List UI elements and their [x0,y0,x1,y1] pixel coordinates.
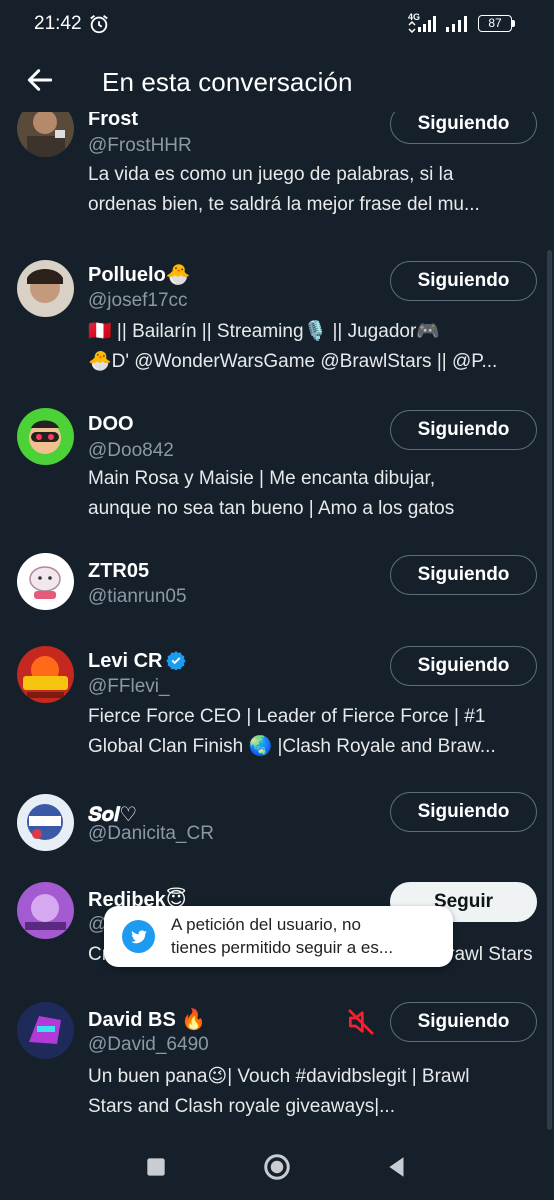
following-button[interactable]: Siguiendo [390,112,537,144]
bio-line: Fierce Force CEO | Leader of Fierce Forc… [88,706,486,727]
user-bio: Main Rosa y Maisie | Me encanta dibujar,… [88,464,533,524]
battery-tip [512,20,515,27]
user-bio: Fierce Force CEO | Leader of Fierce Forc… [88,702,533,762]
muted-icon [348,1009,374,1035]
bio-line: 🐣D' @WonderWarsGame @BrawlStars || @P... [88,351,498,372]
bio-line: Global Clan Finish 🌏 |Clash Royale and B… [88,736,496,757]
back-triangle-icon[interactable] [384,1154,410,1180]
avatar[interactable] [17,112,74,157]
user-list[interactable]: Frost @FrostHHR Siguiendo La vida es com… [0,112,554,1132]
avatar[interactable] [17,882,74,939]
top-app-bar: En esta conversación [0,52,554,112]
user-name[interactable]: DOO [88,413,134,436]
user-bio: 🇵🇪 || Bailarín || Streaming🎙️ || Jugador… [88,317,533,377]
bio-line: ordenas bien, te saldrá la mejor frase d… [88,194,480,215]
arrow-left-icon[interactable] [24,64,56,96]
user-name-text: Levi CR [88,650,163,672]
following-button[interactable]: Siguiendo [390,792,537,832]
user-row-doo[interactable]: DOO @Doo842 Siguiendo Main Rosa y Maisie… [0,408,554,548]
user-name[interactable]: Frost [88,112,138,131]
page-title: En esta conversación [102,67,353,97]
scrollbar[interactable] [547,250,552,1130]
user-row-frost[interactable]: Frost @FrostHHR Siguiendo La vida es com… [0,112,554,240]
user-bio: La vida es como un juego de palabras, si… [88,160,533,220]
user-handle: @Doo842 [88,440,174,461]
toast-message: A petición del usuario, no tienes permit… [171,913,439,959]
user-handle: @Danicita_CR [88,823,214,844]
user-name[interactable]: Polluelo🐣 [88,262,191,287]
system-navigation-bar [0,1132,554,1200]
signal-icon [408,16,436,33]
user-row-levi-cr[interactable]: Levi CR @FFlevi_ Siguiendo Fierce Force … [0,646,554,786]
bio-line: Main Rosa y Maisie | Me encanta dibujar, [88,468,436,489]
user-handle: @FrostHHR [88,135,192,156]
bio-line: 🇵🇪 || Bailarín || Streaming🎙️ || Jugador… [88,321,440,342]
user-row-david-bs[interactable]: David BS 🔥 @David_6490 Siguiendo Un buen… [0,1002,554,1132]
toast-line: tienes permitido seguir a es... [171,938,394,957]
bio-line: aunque no sea tan bueno | Amo a los gato… [88,498,455,519]
following-button[interactable]: Siguiendo [390,1002,537,1042]
following-button[interactable]: Siguiendo [390,646,537,686]
home-icon[interactable] [262,1152,292,1182]
toast-notification: A petición del usuario, no tienes permit… [104,906,453,967]
following-button[interactable]: Siguiendo [390,261,537,301]
avatar[interactable] [17,1002,74,1059]
recent-apps-icon[interactable] [143,1154,169,1180]
user-name[interactable]: ZTR05 [88,560,149,583]
bio-line: Un buen pana😉| Vouch #davidbslegit | Bra… [88,1066,470,1087]
avatar[interactable] [17,646,74,703]
verified-badge-icon [166,651,187,670]
bio-line: Stars and Clash royale giveaways|... [88,1096,395,1117]
signal-icon-2 [446,16,467,32]
status-bar: 21:42 4G 87 [0,0,554,52]
avatar[interactable] [17,260,74,317]
status-time: 21:42 [34,13,82,34]
avatar[interactable] [17,794,74,851]
following-button[interactable]: Siguiendo [390,555,537,595]
user-handle: @tianrun05 [88,586,187,607]
user-row-sol[interactable]: 𝑺𝒐𝒍♡ @Danicita_CR Siguiendo [0,792,554,874]
bio-line: La vida es como un juego de palabras, si… [88,164,454,185]
user-bio: Un buen pana😉| Vouch #davidbslegit | Bra… [88,1062,533,1122]
alarm-icon [90,15,108,34]
user-row-ztr05[interactable]: ZTR05 @tianrun05 Siguiendo [0,553,554,633]
user-handle: @David_6490 [88,1034,209,1055]
avatar[interactable] [17,553,74,610]
user-handle: @FFlevi_ [88,676,170,697]
battery-indicator: 87 [478,15,512,32]
twitter-bird-icon [122,920,155,953]
user-handle: @josef17cc [88,290,188,311]
toast-line: A petición del usuario, no [171,915,361,934]
following-button[interactable]: Siguiendo [390,410,537,450]
avatar[interactable] [17,408,74,465]
user-name[interactable]: Levi CR [88,650,187,673]
user-name[interactable]: David BS 🔥 [88,1007,206,1032]
user-row-polluelo[interactable]: Polluelo🐣 @josef17cc Siguiendo 🇵🇪 || Bai… [0,260,554,400]
